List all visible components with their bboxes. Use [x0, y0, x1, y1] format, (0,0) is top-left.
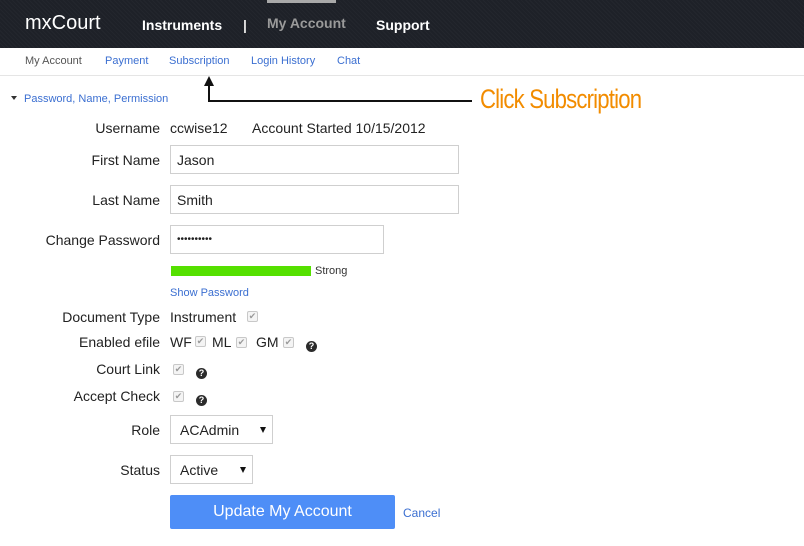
- password-strength-fill: [171, 266, 311, 276]
- document-type-value: Instrument: [170, 309, 237, 325]
- court-link-help-icon[interactable]: ?: [196, 368, 207, 379]
- section-toggle-password-name-permission[interactable]: Password, Name, Permission: [11, 93, 168, 105]
- accept-check-label: Accept Check: [73, 388, 160, 404]
- update-my-account-button[interactable]: Update My Account: [170, 495, 395, 529]
- section-title: Password, Name, Permission: [24, 93, 169, 105]
- annotation-callout: Click Subscription: [480, 84, 642, 114]
- efile-gm-label: GM: [256, 334, 279, 350]
- username-value: ccwise12: [170, 120, 228, 136]
- annotation-line-vertical: [208, 82, 210, 102]
- password-strength-meter: [171, 266, 311, 276]
- nav-separator: |: [243, 17, 247, 33]
- efile-help-icon[interactable]: ?: [306, 341, 317, 352]
- court-link-label: Court Link: [96, 361, 160, 377]
- dropdown-caret-icon: [240, 467, 246, 473]
- password-strength-label: Strong: [315, 265, 348, 277]
- caret-down-icon: [11, 96, 17, 101]
- accept-check-help-icon[interactable]: ?: [196, 395, 207, 406]
- role-select[interactable]: ACAdmin: [170, 415, 273, 444]
- enabled-efile-label: Enabled efile: [79, 334, 160, 350]
- last-name-input[interactable]: [170, 185, 459, 214]
- show-password-link[interactable]: Show Password: [170, 287, 249, 299]
- account-subnav: My Account Payment Subscription Login Hi…: [0, 48, 804, 76]
- status-selected-value: Active: [180, 462, 219, 478]
- efile-wf-checkbox[interactable]: ✔: [195, 336, 206, 347]
- subnav-subscription[interactable]: Subscription: [169, 55, 230, 67]
- subnav-my-account[interactable]: My Account: [25, 55, 82, 67]
- court-link-checkbox[interactable]: ✔: [173, 364, 184, 375]
- accept-check-checkbox[interactable]: ✔: [173, 391, 184, 402]
- password-input[interactable]: [170, 225, 384, 254]
- brand-logo[interactable]: mxCourt: [25, 12, 101, 35]
- document-type-label: Document Type: [62, 309, 160, 325]
- subnav-login-history[interactable]: Login History: [251, 55, 315, 67]
- subnav-payment[interactable]: Payment: [105, 55, 148, 67]
- efile-ml-label: ML: [212, 334, 232, 350]
- subnav-chat[interactable]: Chat: [337, 55, 360, 67]
- status-select[interactable]: Active: [170, 455, 253, 484]
- active-nav-indicator: [267, 0, 336, 3]
- change-password-label: Change Password: [45, 232, 160, 248]
- cancel-link[interactable]: Cancel: [403, 506, 440, 520]
- annotation-line-horizontal: [208, 100, 472, 102]
- role-label: Role: [131, 422, 160, 438]
- nav-support[interactable]: Support: [376, 17, 430, 33]
- last-name-label: Last Name: [92, 192, 160, 208]
- document-type-checkbox[interactable]: ✔: [247, 311, 258, 322]
- account-started: Account Started 10/15/2012: [252, 120, 426, 136]
- nav-instruments[interactable]: Instruments: [142, 17, 222, 33]
- dropdown-caret-icon: [260, 427, 266, 433]
- top-navigation-bar: mxCourt Instruments | My Account Support: [0, 0, 804, 48]
- efile-gm-checkbox[interactable]: ✔: [283, 337, 294, 348]
- username-label: Username: [95, 120, 160, 136]
- first-name-label: First Name: [91, 152, 160, 168]
- status-label: Status: [120, 462, 160, 478]
- efile-wf-label: WF: [170, 334, 192, 350]
- nav-my-account[interactable]: My Account: [267, 15, 346, 31]
- role-selected-value: ACAdmin: [180, 422, 240, 438]
- efile-ml-checkbox[interactable]: ✔: [236, 337, 247, 348]
- first-name-input[interactable]: [170, 145, 459, 174]
